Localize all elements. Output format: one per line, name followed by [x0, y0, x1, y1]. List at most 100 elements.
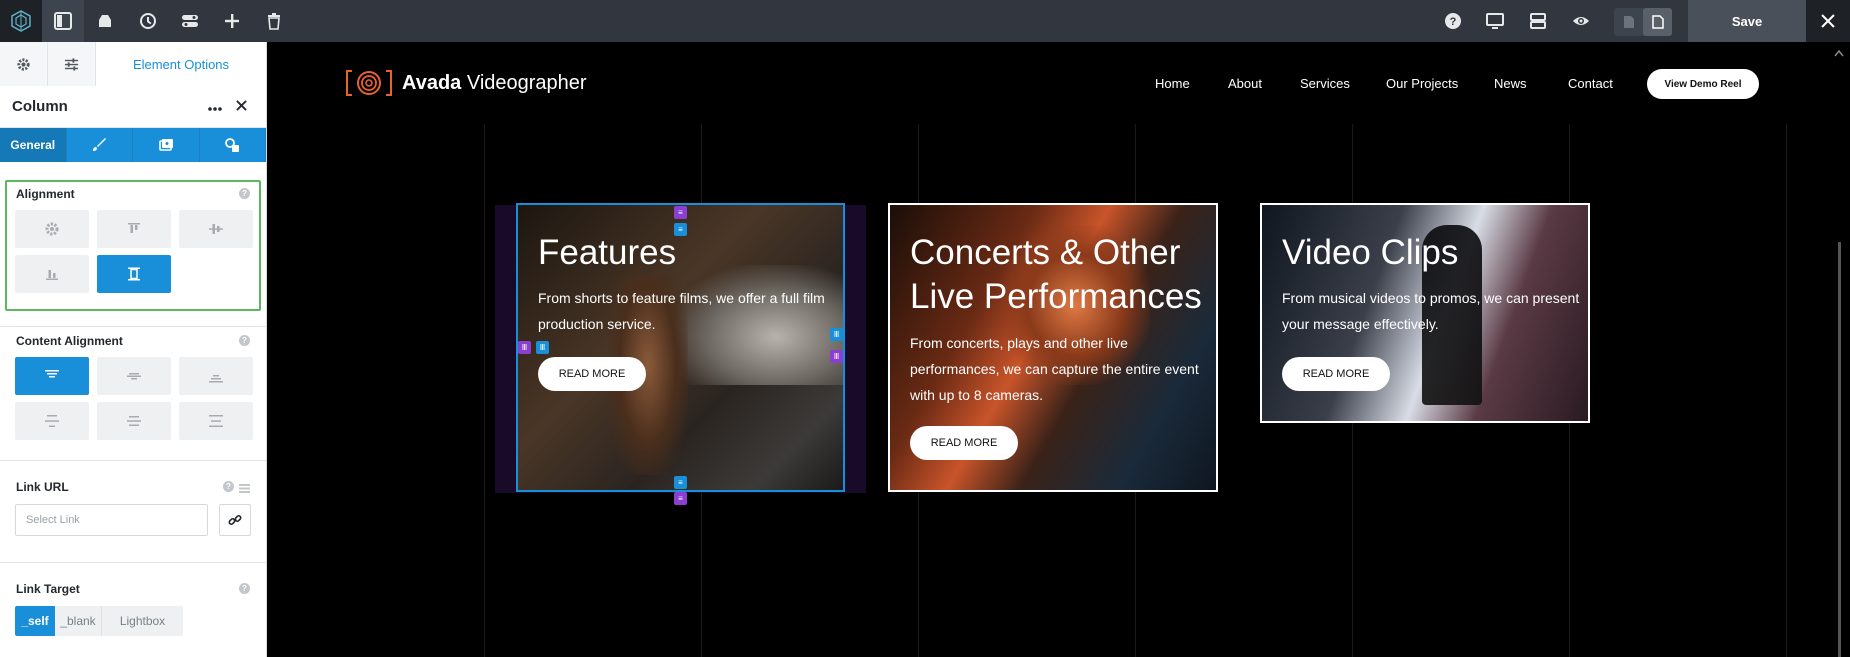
trash-icon[interactable] — [253, 0, 295, 42]
scrollbar-thumb[interactable] — [1838, 242, 1841, 657]
brush-icon[interactable] — [67, 128, 133, 162]
svg-text:?: ? — [1450, 16, 1457, 28]
read-more-button[interactable]: READ MORE — [538, 357, 646, 391]
panel-title: Column — [12, 98, 68, 115]
content-middle-icon — [127, 373, 141, 380]
layout-switch-icon[interactable] — [169, 0, 211, 42]
space-between-icon — [45, 415, 59, 427]
read-more-button[interactable]: READ MORE — [1282, 357, 1390, 391]
content-bottom-icon — [209, 375, 223, 383]
link-picker-button[interactable] — [219, 504, 251, 536]
divider — [0, 460, 266, 461]
column-drag-handle[interactable]: ≡ — [674, 492, 687, 505]
link-url-input[interactable]: Select Link — [15, 504, 208, 536]
add-icon[interactable] — [211, 0, 253, 42]
align-stretch-icon — [128, 267, 140, 281]
content-top-icon — [45, 370, 59, 378]
view-demo-reel-button[interactable]: View Demo Reel — [1647, 69, 1759, 99]
feature-card-concerts[interactable]: Concerts & Other Live Performances From … — [888, 203, 1218, 492]
align-stretch-button[interactable] — [97, 255, 171, 293]
column-resize-handle[interactable]: Ⅲ — [518, 341, 531, 354]
content-alignment-title: Content Alignment — [16, 334, 123, 348]
nav-home[interactable]: Home — [1155, 76, 1190, 91]
site-logo[interactable]: Avada Videographer — [346, 69, 587, 97]
gear-icon — [45, 222, 59, 236]
builder-toolbar: ? Save — [0, 0, 1850, 42]
align-center-button[interactable] — [179, 210, 253, 248]
document-icon[interactable] — [1643, 8, 1672, 36]
link-target-title: Link Target — [16, 582, 80, 596]
space-evenly-icon — [209, 415, 223, 427]
sections-icon[interactable] — [1517, 0, 1559, 42]
nav-contact[interactable]: Contact — [1568, 76, 1613, 91]
brand-light: Videographer — [466, 71, 587, 94]
element-resize-handle[interactable]: Ⅲ — [536, 341, 549, 354]
align-bottom-icon — [46, 270, 58, 280]
card-heading: Features — [538, 233, 677, 272]
column-drag-handle[interactable]: ≡ — [674, 206, 687, 219]
divider — [0, 326, 266, 327]
align-default-button[interactable] — [15, 210, 89, 248]
card-description: From musical videos to promos, we can pr… — [1282, 290, 1580, 332]
avada-logo-icon[interactable] — [0, 0, 42, 42]
card-description: From concerts, plays and other live perf… — [910, 335, 1199, 403]
extras-icon[interactable] — [200, 128, 266, 162]
help-icon[interactable]: ? — [223, 481, 234, 492]
close-icon[interactable] — [1806, 0, 1850, 42]
content-align-top-button[interactable] — [15, 357, 89, 395]
help-icon[interactable]: ? — [1432, 0, 1474, 42]
align-top-icon — [128, 223, 140, 233]
background-icon[interactable] — [133, 128, 200, 162]
target-lightbox-option[interactable]: Lightbox — [101, 606, 183, 636]
history-icon[interactable] — [127, 0, 169, 42]
camera-logo-icon — [346, 70, 392, 96]
nav-services[interactable]: Services — [1300, 76, 1350, 91]
sidebar-tabs: Element Options — [0, 42, 266, 86]
desktop-preview-icon[interactable] — [1474, 0, 1516, 42]
grid-line — [1786, 124, 1787, 657]
help-icon[interactable]: ? — [239, 335, 250, 346]
nav-our-projects[interactable]: Our Projects — [1386, 76, 1458, 91]
tab-general[interactable]: General — [0, 128, 67, 162]
link-url-title: Link URL — [16, 480, 69, 494]
content-space-around-button[interactable] — [97, 402, 171, 440]
page-icon[interactable] — [1614, 8, 1643, 36]
target-self-option[interactable]: _self — [15, 606, 55, 636]
sliders-icon[interactable] — [48, 42, 96, 86]
site-brand: Avada Videographer — [402, 72, 587, 95]
element-drag-handle[interactable]: ≡ — [674, 476, 687, 489]
card-heading: Video Clips — [1282, 233, 1459, 272]
link-icon — [228, 514, 242, 526]
nav-news[interactable]: News — [1494, 76, 1527, 91]
scroll-up-icon[interactable] — [1834, 44, 1844, 62]
close-panel-icon[interactable] — [228, 98, 254, 116]
align-bottom-button[interactable] — [15, 255, 89, 293]
content-align-middle-button[interactable] — [97, 357, 171, 395]
sidebar-toggle-icon[interactable] — [42, 0, 84, 42]
tab-element-options[interactable]: Element Options — [96, 42, 266, 86]
more-options-icon[interactable] — [202, 98, 228, 116]
preview-eye-icon[interactable] — [1560, 0, 1602, 42]
divider — [0, 562, 266, 563]
target-blank-option[interactable]: _blank — [55, 606, 101, 636]
feature-card-features[interactable]: Features From shorts to feature films, w… — [516, 203, 845, 492]
dynamic-data-icon[interactable] — [239, 481, 250, 493]
column-resize-handle[interactable]: Ⅲ — [830, 350, 843, 363]
save-button[interactable]: Save — [1688, 0, 1806, 42]
read-more-button[interactable]: READ MORE — [910, 426, 1018, 460]
align-top-button[interactable] — [97, 210, 171, 248]
element-resize-handle[interactable]: Ⅲ — [830, 328, 843, 341]
library-icon[interactable] — [84, 0, 126, 42]
align-center-icon — [209, 224, 223, 234]
alignment-title: Alignment — [16, 187, 75, 201]
feature-card-video-clips[interactable]: Video Clips From musical videos to promo… — [1260, 203, 1590, 423]
content-space-between-button[interactable] — [15, 402, 89, 440]
option-subtabs: General — [0, 128, 266, 162]
nav-about[interactable]: About — [1228, 76, 1262, 91]
content-align-bottom-button[interactable] — [179, 357, 253, 395]
help-icon[interactable]: ? — [239, 583, 250, 594]
help-icon[interactable]: ? — [239, 188, 250, 199]
element-drag-handle[interactable]: ≡ — [674, 223, 687, 236]
content-space-evenly-button[interactable] — [179, 402, 253, 440]
gear-icon[interactable] — [0, 42, 48, 86]
